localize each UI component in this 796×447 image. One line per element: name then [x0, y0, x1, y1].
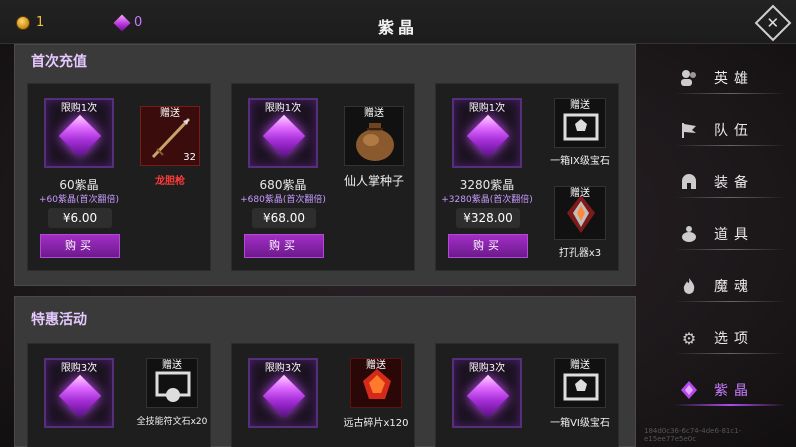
section-title: 特惠活动 — [31, 312, 87, 328]
gift-tag: 赠送 — [366, 360, 386, 371]
sidebar-item-label: 装备 — [714, 175, 754, 191]
divider — [674, 197, 786, 198]
limit-label: 限购1次 — [60, 103, 98, 114]
sidebar-item-label: 选项 — [714, 331, 754, 347]
limit-label: 限购3次 — [60, 363, 98, 374]
price-label: ¥6.00 — [48, 208, 112, 228]
gift-item[interactable]: 赠送 — [554, 98, 606, 148]
bag-icon — [678, 223, 700, 245]
divider — [674, 249, 786, 250]
sidebar-item-heroes[interactable]: 英雄 — [666, 60, 786, 96]
gift-item[interactable]: 赠送 — [146, 358, 198, 408]
divider — [674, 145, 786, 146]
gem-pack-bonus: +3280紫晶(首次翻倍) — [441, 195, 533, 205]
gift-tag: 赠送 — [160, 108, 180, 119]
limit-label: 限购1次 — [264, 103, 302, 114]
gem-pack-image: 限购3次 — [44, 358, 114, 428]
gift-tag: 赠送 — [364, 108, 384, 119]
gem-pack-name: 3280紫晶 — [459, 178, 515, 192]
game-screen: 1 0 紫晶 ✕ 首次充值 限购1次 60紫晶 +60紫晶(首次翻倍) ¥6.0… — [0, 0, 796, 447]
heroes-icon — [678, 67, 700, 89]
price-label: ¥68.00 — [252, 208, 316, 228]
flame-icon — [678, 275, 700, 297]
limit-label: 限购1次 — [468, 103, 506, 114]
gift-qty: 32 — [183, 152, 196, 163]
sidebar: 英雄 队伍 装备 道具 魔魂 ⚙ 选项 紫晶 184d0c36-6c74-4de… — [644, 44, 796, 447]
gem-pack-image: 限购3次 — [452, 358, 522, 428]
gift-name: 一箱VI级宝石 — [550, 418, 610, 429]
special-offer-panel: 特惠活动 限购3次 赠送 全技能符文石x20 限购3次 赠送 远古碎片x120 … — [14, 296, 636, 447]
helmet-icon — [678, 171, 700, 193]
offer-card: 限购3次 赠送 全技能符文石x20 — [27, 343, 211, 447]
limit-label: 限购3次 — [468, 363, 506, 374]
gem-pack-image: 限购1次 — [248, 98, 318, 168]
gem-pack-image: 限购1次 — [452, 98, 522, 168]
gem-icon — [678, 379, 700, 401]
gem-pack-bonus: +680紫晶(首次翻倍) — [240, 195, 326, 205]
sidebar-item-gems[interactable]: 紫晶 — [666, 372, 786, 408]
top-bar: 1 0 紫晶 ✕ — [0, 0, 796, 44]
gift-item[interactable]: 赠送 — [344, 106, 404, 166]
gift-tag: 赠送 — [570, 360, 590, 371]
sidebar-item-label: 道具 — [714, 227, 754, 243]
gift-item[interactable]: 赠送 32 — [140, 106, 200, 166]
recharge-card: 限购1次 60紫晶 +60紫晶(首次翻倍) ¥6.00 购买 赠送 32 龙胆枪 — [27, 83, 211, 271]
sidebar-item-soul[interactable]: 魔魂 — [666, 268, 786, 304]
divider — [674, 353, 786, 354]
sidebar-item-team[interactable]: 队伍 — [666, 112, 786, 148]
close-icon: ✕ — [766, 13, 780, 32]
gem-pack-image: 限购3次 — [248, 358, 318, 428]
recharge-card: 限购1次 3280紫晶 +3280紫晶(首次翻倍) ¥328.00 购买 赠送 … — [435, 83, 619, 271]
gem-icon — [466, 114, 510, 158]
divider — [674, 404, 786, 406]
buy-button[interactable]: 购买 — [244, 234, 324, 258]
gift-name: 全技能符文石x20 — [136, 417, 208, 427]
recharge-card: 限购1次 680紫晶 +680紫晶(首次翻倍) ¥68.00 购买 赠送 仙人掌… — [231, 83, 415, 271]
page-title: 紫晶 — [377, 18, 418, 37]
divider — [674, 93, 786, 94]
first-recharge-panel: 首次充值 限购1次 60紫晶 +60紫晶(首次翻倍) ¥6.00 购买 赠送 3… — [14, 44, 636, 286]
divider — [674, 301, 786, 302]
offer-card: 限购3次 赠送 一箱VI级宝石 — [435, 343, 619, 447]
buy-button[interactable]: 购买 — [40, 234, 120, 258]
price-label: ¥328.00 — [456, 208, 520, 228]
gift-name: 远古碎片x120 — [343, 418, 409, 429]
device-id: 184d0c36-6c74-4de6-81c1-e15ee77e5e0c — [644, 427, 742, 443]
gem-icon — [58, 374, 102, 418]
gift-item[interactable]: 赠送 — [350, 358, 402, 408]
gift-tag: 赠送 — [570, 188, 590, 199]
buy-button[interactable]: 购买 — [448, 234, 528, 258]
gift-item[interactable]: 赠送 — [554, 358, 606, 408]
offer-card: 限购3次 赠送 远古碎片x120 — [231, 343, 415, 447]
gift-name: 龙胆枪 — [155, 176, 185, 187]
gem-icon — [58, 114, 102, 158]
gift-tag: 赠送 — [162, 360, 182, 371]
sidebar-item-label: 魔魂 — [714, 279, 754, 295]
gift-name: 仙人掌种子 — [343, 174, 404, 188]
gem-icon — [262, 114, 306, 158]
limit-label: 限购3次 — [264, 363, 302, 374]
sidebar-item-equipment[interactable]: 装备 — [666, 164, 786, 200]
sidebar-item-options[interactable]: ⚙ 选项 — [666, 320, 786, 356]
sidebar-item-label: 紫晶 — [714, 383, 754, 399]
flag-icon — [678, 119, 700, 141]
gear-icon: ⚙ — [681, 328, 697, 348]
gem-pack-image: 限购1次 — [44, 98, 114, 168]
sidebar-item-label: 队伍 — [714, 123, 754, 139]
gem-pack-name: 60紫晶 — [59, 178, 99, 192]
section-title: 首次充值 — [31, 54, 87, 70]
gem-pack-name: 680紫晶 — [259, 178, 307, 192]
sidebar-item-items[interactable]: 道具 — [666, 216, 786, 252]
gem-icon — [262, 374, 306, 418]
gift-tag: 赠送 — [570, 100, 590, 111]
gem-icon — [466, 374, 510, 418]
sidebar-item-label: 英雄 — [714, 71, 754, 87]
gem-pack-bonus: +60紫晶(首次翻倍) — [38, 195, 120, 205]
gift-name: 打孔器x3 — [558, 248, 602, 259]
gift-name: 一箱IX级宝石 — [550, 156, 610, 167]
gift-item[interactable]: 赠送 — [554, 186, 606, 240]
